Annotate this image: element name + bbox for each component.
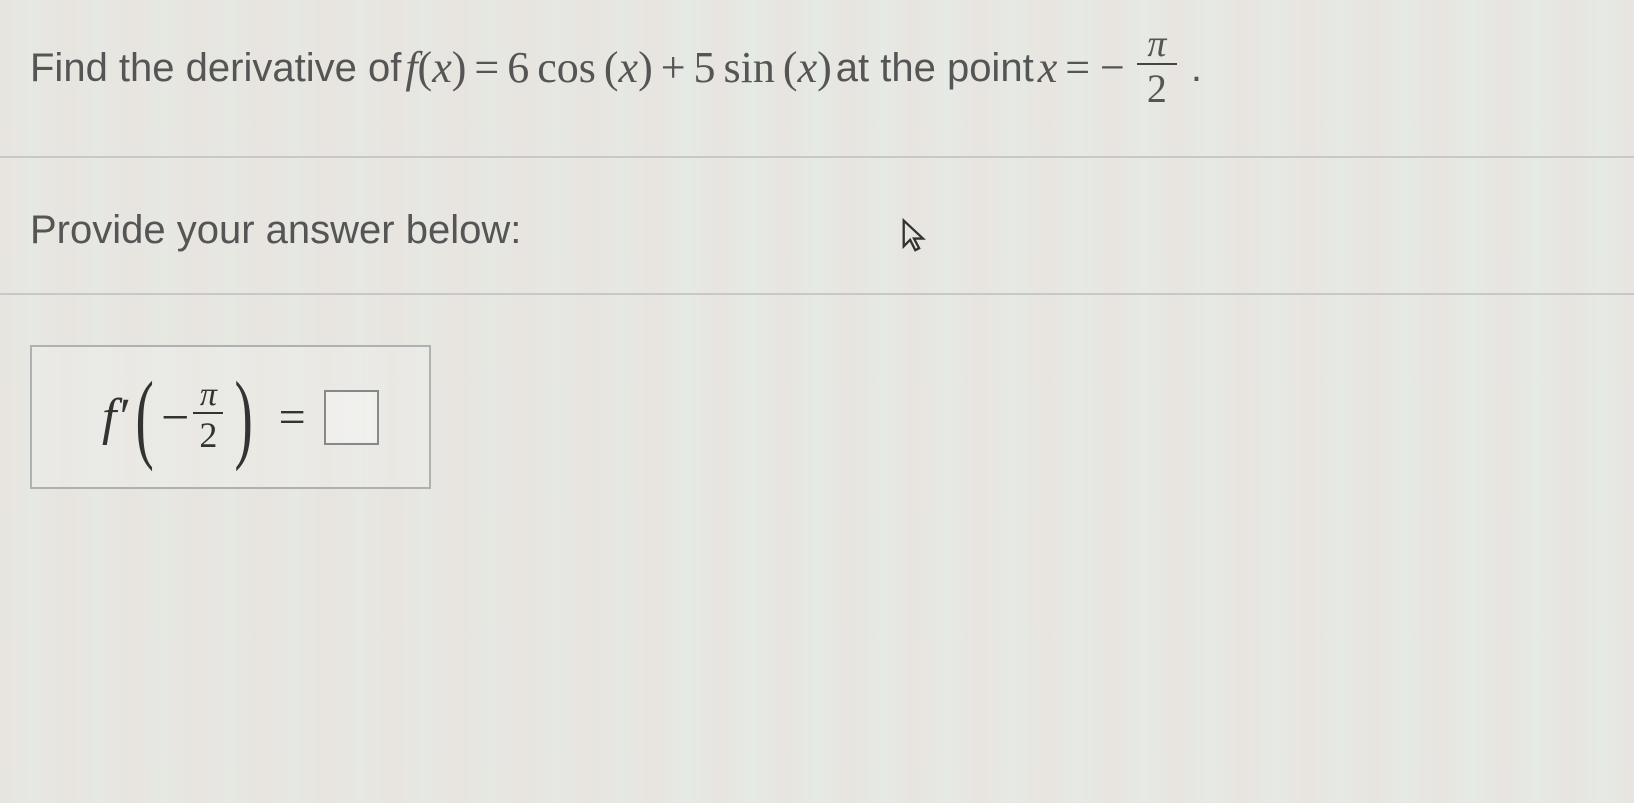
paren-open: ( [418,43,433,92]
x-arg: x [619,43,639,92]
x-var: x [432,43,452,92]
pi-numerator: π [1141,25,1172,63]
pi-over-2-small: π 2 [193,378,223,456]
question-section: Find the derivative of f(x) = 6 cos (x) … [0,0,1634,158]
answer-input[interactable] [324,390,379,445]
small-den-2: 2 [193,412,223,456]
cos-label: cos [537,37,596,99]
paren: ( [783,43,798,92]
question-prefix: Find the derivative of [30,40,401,96]
f-symbol: f [405,43,417,92]
x-point: x [1038,37,1058,99]
negative-sign: − [161,388,189,446]
pi-small-num: π [196,378,221,412]
period: . [1191,40,1202,96]
equals-1: = [474,37,499,99]
paren: ) [638,43,653,92]
paren: ) [817,43,832,92]
instruction-text: Provide your answer below: [30,208,1604,253]
x-arg: x [798,43,818,92]
answer-prefix: f′ ( − π 2 ) = [102,377,324,457]
coef-5: 5 [694,37,716,99]
f-prime-symbol: f′ [102,388,128,447]
sin-arg: (x) [783,37,832,99]
instruction-section: Provide your answer below: [0,158,1634,295]
answer-expression-box: f′ ( − π 2 ) = [30,345,431,489]
paren: ( [604,43,619,92]
paren-close: ) [452,43,467,92]
coef-6: 6 [507,37,529,99]
negative-sign: − [1100,37,1125,99]
plus-sign: + [661,37,686,99]
cos-arg: (x) [604,37,653,99]
pi-over-2-fraction: π 2 [1137,25,1177,111]
answer-section: f′ ( − π 2 ) = [0,295,1634,539]
big-paren-open: ( [135,377,153,457]
question-text: Find the derivative of f(x) = 6 cos (x) … [30,25,1604,111]
function-lhs: f(x) [405,37,466,99]
equals-sign: = [279,390,306,445]
equals-2: = [1065,37,1090,99]
question-middle: at the point [836,40,1034,96]
denominator-2: 2 [1137,63,1177,111]
big-paren-close: ) [235,377,253,457]
sin-label: sin [724,37,775,99]
